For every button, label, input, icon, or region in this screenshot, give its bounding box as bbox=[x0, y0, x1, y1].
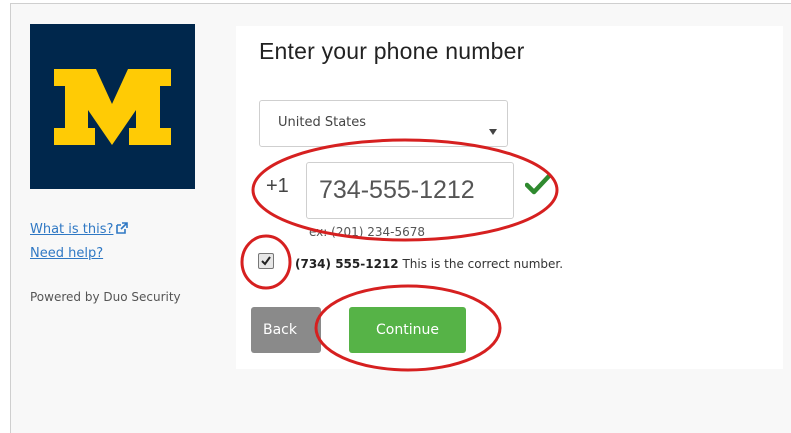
what-is-this-link[interactable]: What is this? bbox=[30, 222, 129, 239]
external-link-icon bbox=[115, 222, 129, 239]
powered-by-text: Powered by Duo Security bbox=[30, 290, 181, 304]
confirm-number-label: (734) 555-1212 This is the correct numbe… bbox=[295, 257, 563, 271]
checkbox-check-icon bbox=[261, 256, 271, 266]
phone-example-hint: ex: (201) 234-5678 bbox=[309, 225, 425, 239]
back-button[interactable]: Back bbox=[251, 307, 321, 353]
page-title: Enter your phone number bbox=[259, 38, 525, 64]
country-select-value: United States bbox=[278, 115, 367, 130]
phone-number-input[interactable] bbox=[306, 162, 514, 219]
block-m-icon bbox=[54, 69, 171, 145]
need-help-link[interactable]: Need help? bbox=[30, 246, 103, 261]
confirm-number-value: (734) 555-1212 bbox=[295, 257, 399, 271]
what-is-this-label: What is this? bbox=[30, 222, 114, 237]
country-code-prefix: +1 bbox=[266, 175, 289, 197]
valid-checkmark-icon bbox=[524, 173, 552, 199]
continue-button[interactable]: Continue bbox=[349, 307, 466, 353]
confirm-number-text: This is the correct number. bbox=[398, 257, 564, 271]
country-select[interactable]: United States bbox=[259, 100, 508, 147]
confirm-number-checkbox[interactable] bbox=[258, 253, 274, 269]
university-logo bbox=[30, 24, 195, 189]
caret-down-icon bbox=[489, 120, 497, 139]
